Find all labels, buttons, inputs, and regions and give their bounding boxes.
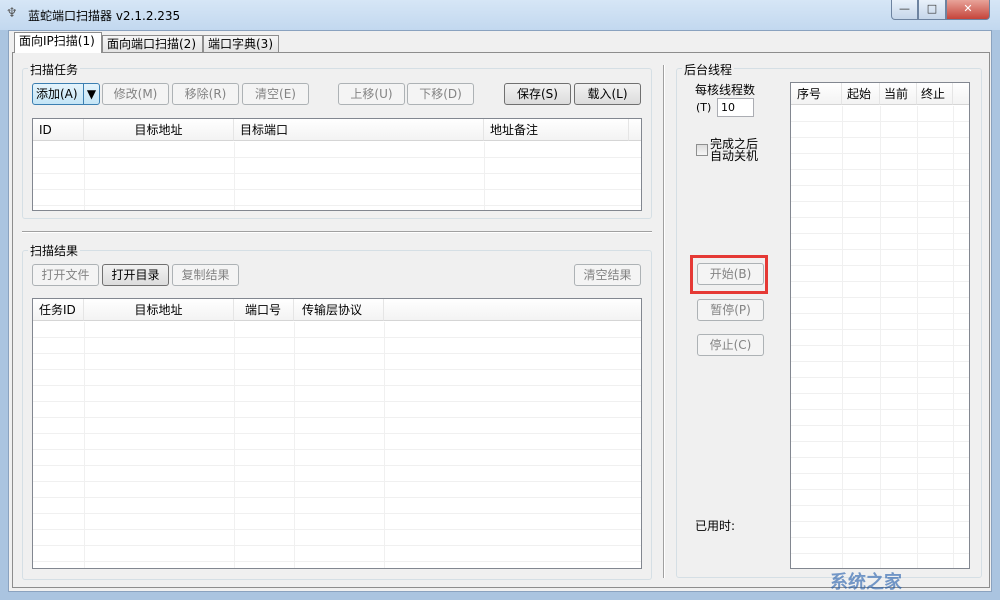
col-header-address-note[interactable]: 地址备注 [484,119,629,141]
result-table[interactable]: 任务ID 目标地址 端口号 传输层协议 [32,298,642,569]
clear-result-button[interactable]: 清空结果 [574,264,641,286]
col-header-port[interactable]: 端口号 [234,299,294,321]
tab-ip-scan[interactable]: 面向IP扫描(1) [14,32,102,53]
col-line [917,106,918,568]
threads-input[interactable]: 10 [717,98,754,117]
thread-table[interactable]: 序号 起始 当前 终止 [790,82,970,569]
watermark-logo: 系统之家 [830,572,902,593]
dropdown-arrow-icon[interactable]: ▼ [83,84,99,104]
app-icon: ♆ [6,6,18,21]
add-label: 添加(A) [36,87,78,101]
col-header-current[interactable]: 当前 [880,83,917,105]
col-header-index[interactable]: 序号 [791,83,842,105]
col-line [294,322,295,568]
col-header-end[interactable]: 终止 [917,83,953,105]
remove-button[interactable]: 移除(R) [172,83,239,105]
window-title: 蓝蛇端口扫描器 v2.1.2.235 [28,9,181,23]
col-line [234,142,235,210]
open-file-button[interactable]: 打开文件 [32,264,99,286]
stop-button[interactable]: 停止(C) [697,334,764,356]
scan-task-title: 扫描任务 [28,61,81,78]
clear-button[interactable]: 清空(E) [242,83,309,105]
col-header-task-id[interactable]: 任务ID [33,299,84,321]
close-button[interactable]: ✕ [946,0,990,20]
threads-per-core-label: 每核线程数 [695,83,756,97]
copy-result-button[interactable]: 复制结果 [172,264,239,286]
save-button[interactable]: 保存(S) [504,83,571,105]
auto-shutdown-checkbox[interactable] [696,144,708,156]
col-line [953,106,954,568]
table-grid [33,142,641,210]
col-line [84,322,85,568]
auto-shutdown-line-2: 自动关机 [710,149,759,163]
move-up-button[interactable]: 上移(U) [338,83,405,105]
pause-button[interactable]: 暂停(P) [697,299,764,321]
splitter[interactable] [22,231,652,233]
elapsed-time-label: 已用时: [695,519,736,533]
col-header-protocol[interactable]: 传输层协议 [294,299,384,321]
col-header-target-port[interactable]: 目标端口 [234,119,484,141]
col-header-id[interactable]: ID [33,119,84,141]
move-down-button[interactable]: 下移(D) [407,83,474,105]
col-line [84,142,85,210]
tab-port-scan[interactable]: 面向端口扫描(2) [102,35,203,53]
col-header-filler [629,119,641,141]
col-header-filler [384,299,641,321]
maximize-button[interactable]: □ [918,0,946,20]
vertical-splitter[interactable] [663,65,665,578]
auto-shutdown-label[interactable]: 完成之后 自动关机 [710,138,758,162]
add-button[interactable]: 添加(A) ▼ [32,83,100,105]
tab-port-dictionary[interactable]: 端口字典(3) [203,35,279,53]
thread-group-title: 后台线程 [682,61,735,78]
col-header-filler [953,83,969,105]
col-line [880,106,881,568]
col-header-start[interactable]: 起始 [842,83,880,105]
col-line [842,106,843,568]
load-button[interactable]: 载入(L) [574,83,641,105]
minimize-button[interactable]: — [891,0,918,20]
col-line [384,322,385,568]
table-grid [33,322,641,568]
col-header-target-address[interactable]: 目标地址 [84,299,234,321]
task-table[interactable]: ID 目标地址 目标端口 地址备注 [32,118,642,211]
threads-shortcut-label: (T) [696,101,712,114]
scan-result-title: 扫描结果 [28,242,81,259]
start-button[interactable]: 开始(B) [697,263,764,285]
open-directory-button[interactable]: 打开目录 [102,264,169,286]
col-line [234,322,235,568]
edit-button[interactable]: 修改(M) [102,83,169,105]
col-header-target-address[interactable]: 目标地址 [84,119,234,141]
col-line [484,142,485,210]
